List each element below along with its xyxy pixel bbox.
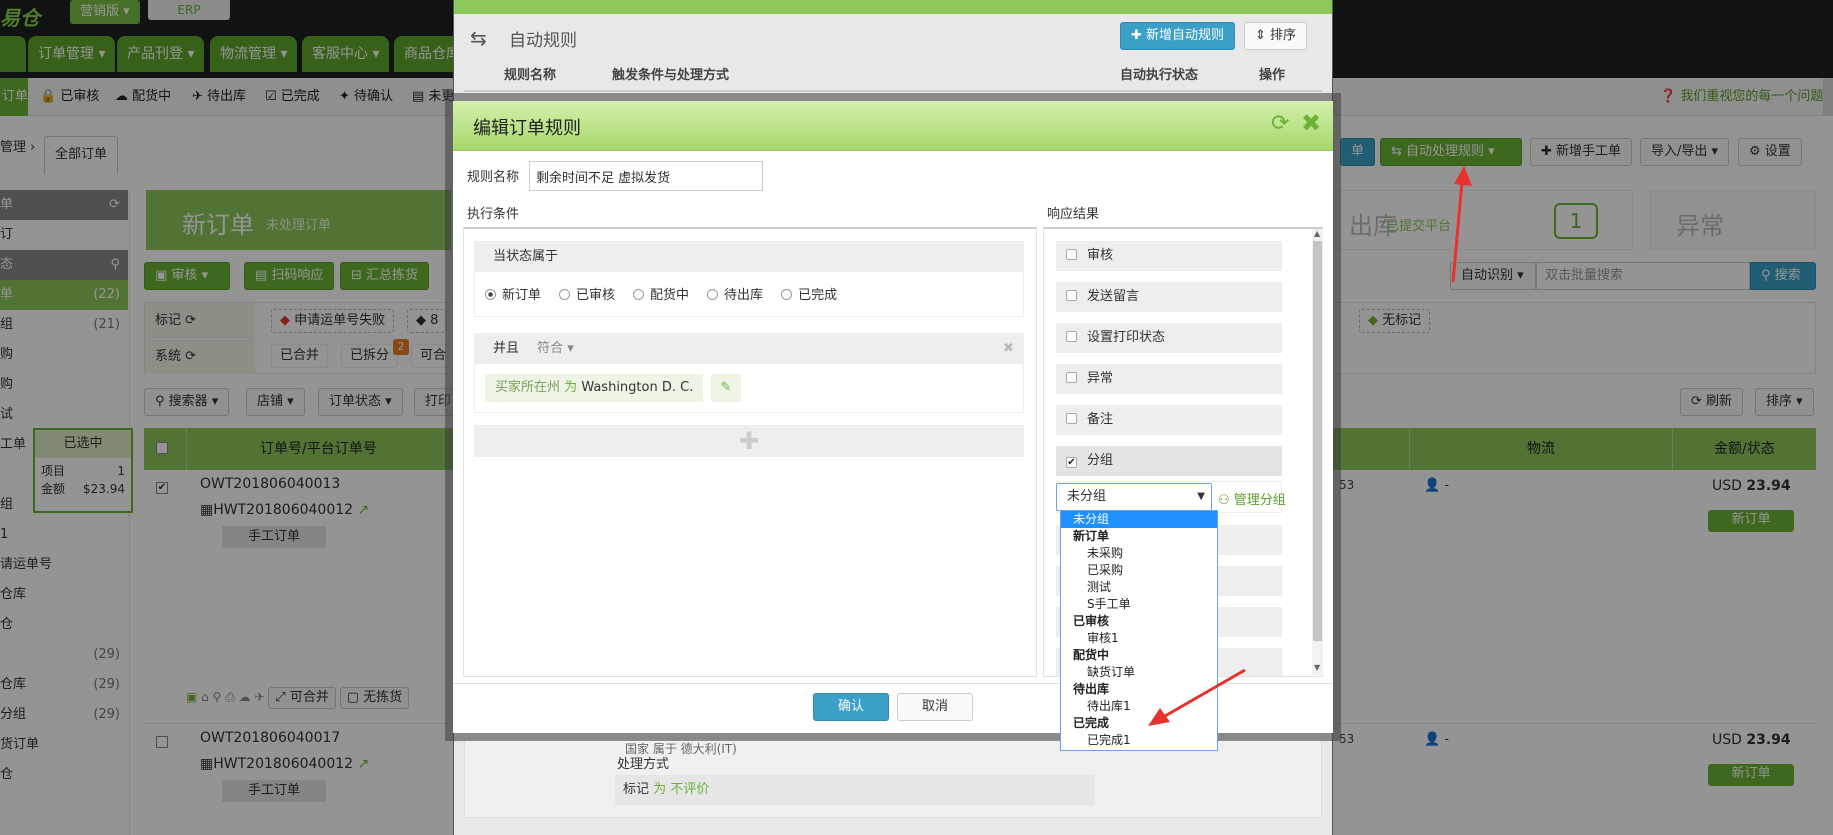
annotation-arrows	[1148, 166, 1472, 726]
arrow-to-auto-rule	[1451, 166, 1472, 283]
arrow-to-completed-group	[1148, 668, 1246, 726]
